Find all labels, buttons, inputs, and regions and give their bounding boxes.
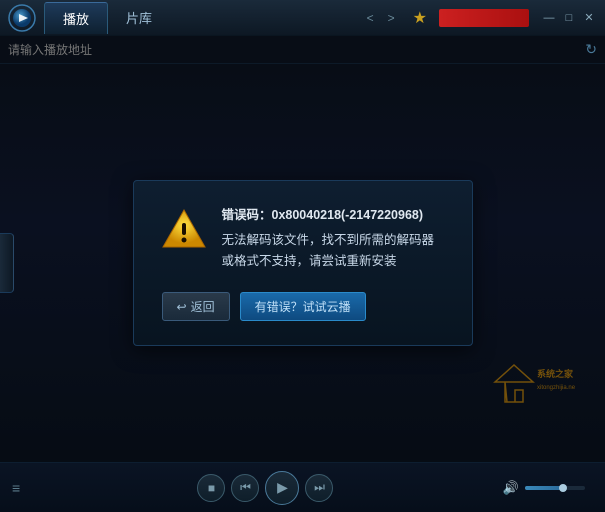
user-bar[interactable]	[439, 9, 529, 27]
watermark: 系统之家 xitongzhijia.net	[485, 347, 575, 412]
playback-controls: ■ ⏮ ▶ ⏭	[36, 471, 495, 505]
error-text-block: 错误码：0x80040218(-2147220968) 无法解码该文件，找不到所…	[222, 205, 444, 273]
svg-text:系统之家: 系统之家	[537, 368, 574, 379]
error-dialog: 错误码：0x80040218(-2147220968) 无法解码该文件，找不到所…	[133, 180, 473, 347]
back-button[interactable]: ↩ 返回	[162, 292, 230, 321]
tab-play[interactable]: 播放	[44, 2, 108, 34]
addressbar: ↻	[0, 36, 605, 64]
star-icon[interactable]: ★	[413, 8, 427, 28]
prev-button[interactable]: ⏮	[231, 474, 259, 502]
next-icon: ⏭	[314, 480, 325, 495]
volume-controls: 🔊	[503, 480, 585, 496]
play-icon: ▶	[277, 479, 288, 496]
prev-icon: ⏮	[240, 480, 251, 495]
close-button[interactable]: ✕	[581, 10, 597, 26]
main-content: 错误码：0x80040218(-2147220968) 无法解码该文件，找不到所…	[0, 64, 605, 462]
menu-icon[interactable]: ≡	[12, 480, 20, 496]
error-code: 错误码：0x80040218(-2147220968)	[222, 205, 444, 226]
svg-text:xitongzhijia.net: xitongzhijia.net	[537, 385, 575, 391]
bottom-bar: ≡ ■ ⏮ ▶ ⏭ 🔊	[0, 462, 605, 512]
refresh-icon[interactable]: ↻	[585, 41, 597, 58]
minimize-button[interactable]: —	[541, 10, 557, 26]
left-panel-toggle[interactable]	[0, 233, 14, 293]
titlebar-tabs: 播放 片库	[44, 2, 355, 34]
volume-slider[interactable]	[525, 486, 585, 490]
url-input[interactable]	[8, 43, 581, 57]
error-message: 无法解码该文件，找不到所需的解码器或格式不支持，请尝试重新安装	[222, 230, 444, 273]
nav-prev-icon[interactable]: <	[363, 9, 378, 27]
titlebar-nav: < >	[363, 9, 399, 27]
app-logo	[8, 4, 36, 32]
window-controls: — □ ✕	[541, 10, 597, 26]
titlebar: 播放 片库 < > ★ — □ ✕	[0, 0, 605, 36]
back-label: 返回	[191, 298, 215, 315]
error-buttons: ↩ 返回 有错误？试试云播	[162, 292, 444, 321]
stop-icon: ■	[208, 481, 215, 495]
volume-icon[interactable]: 🔊	[503, 480, 519, 496]
cloud-play-button[interactable]: 有错误？试试云播	[240, 292, 366, 321]
watermark-logo: 系统之家 xitongzhijia.net	[485, 347, 575, 407]
volume-knob[interactable]	[559, 484, 567, 492]
nav-next-icon[interactable]: >	[384, 9, 399, 27]
error-header: 错误码：0x80040218(-2147220968) 无法解码该文件，找不到所…	[162, 205, 444, 273]
maximize-button[interactable]: □	[561, 10, 577, 26]
tab-library[interactable]: 片库	[108, 2, 170, 34]
play-button[interactable]: ▶	[265, 471, 299, 505]
next-button[interactable]: ⏭	[305, 474, 333, 502]
back-icon: ↩	[177, 300, 187, 314]
stop-button[interactable]: ■	[197, 474, 225, 502]
warning-icon	[162, 207, 206, 251]
